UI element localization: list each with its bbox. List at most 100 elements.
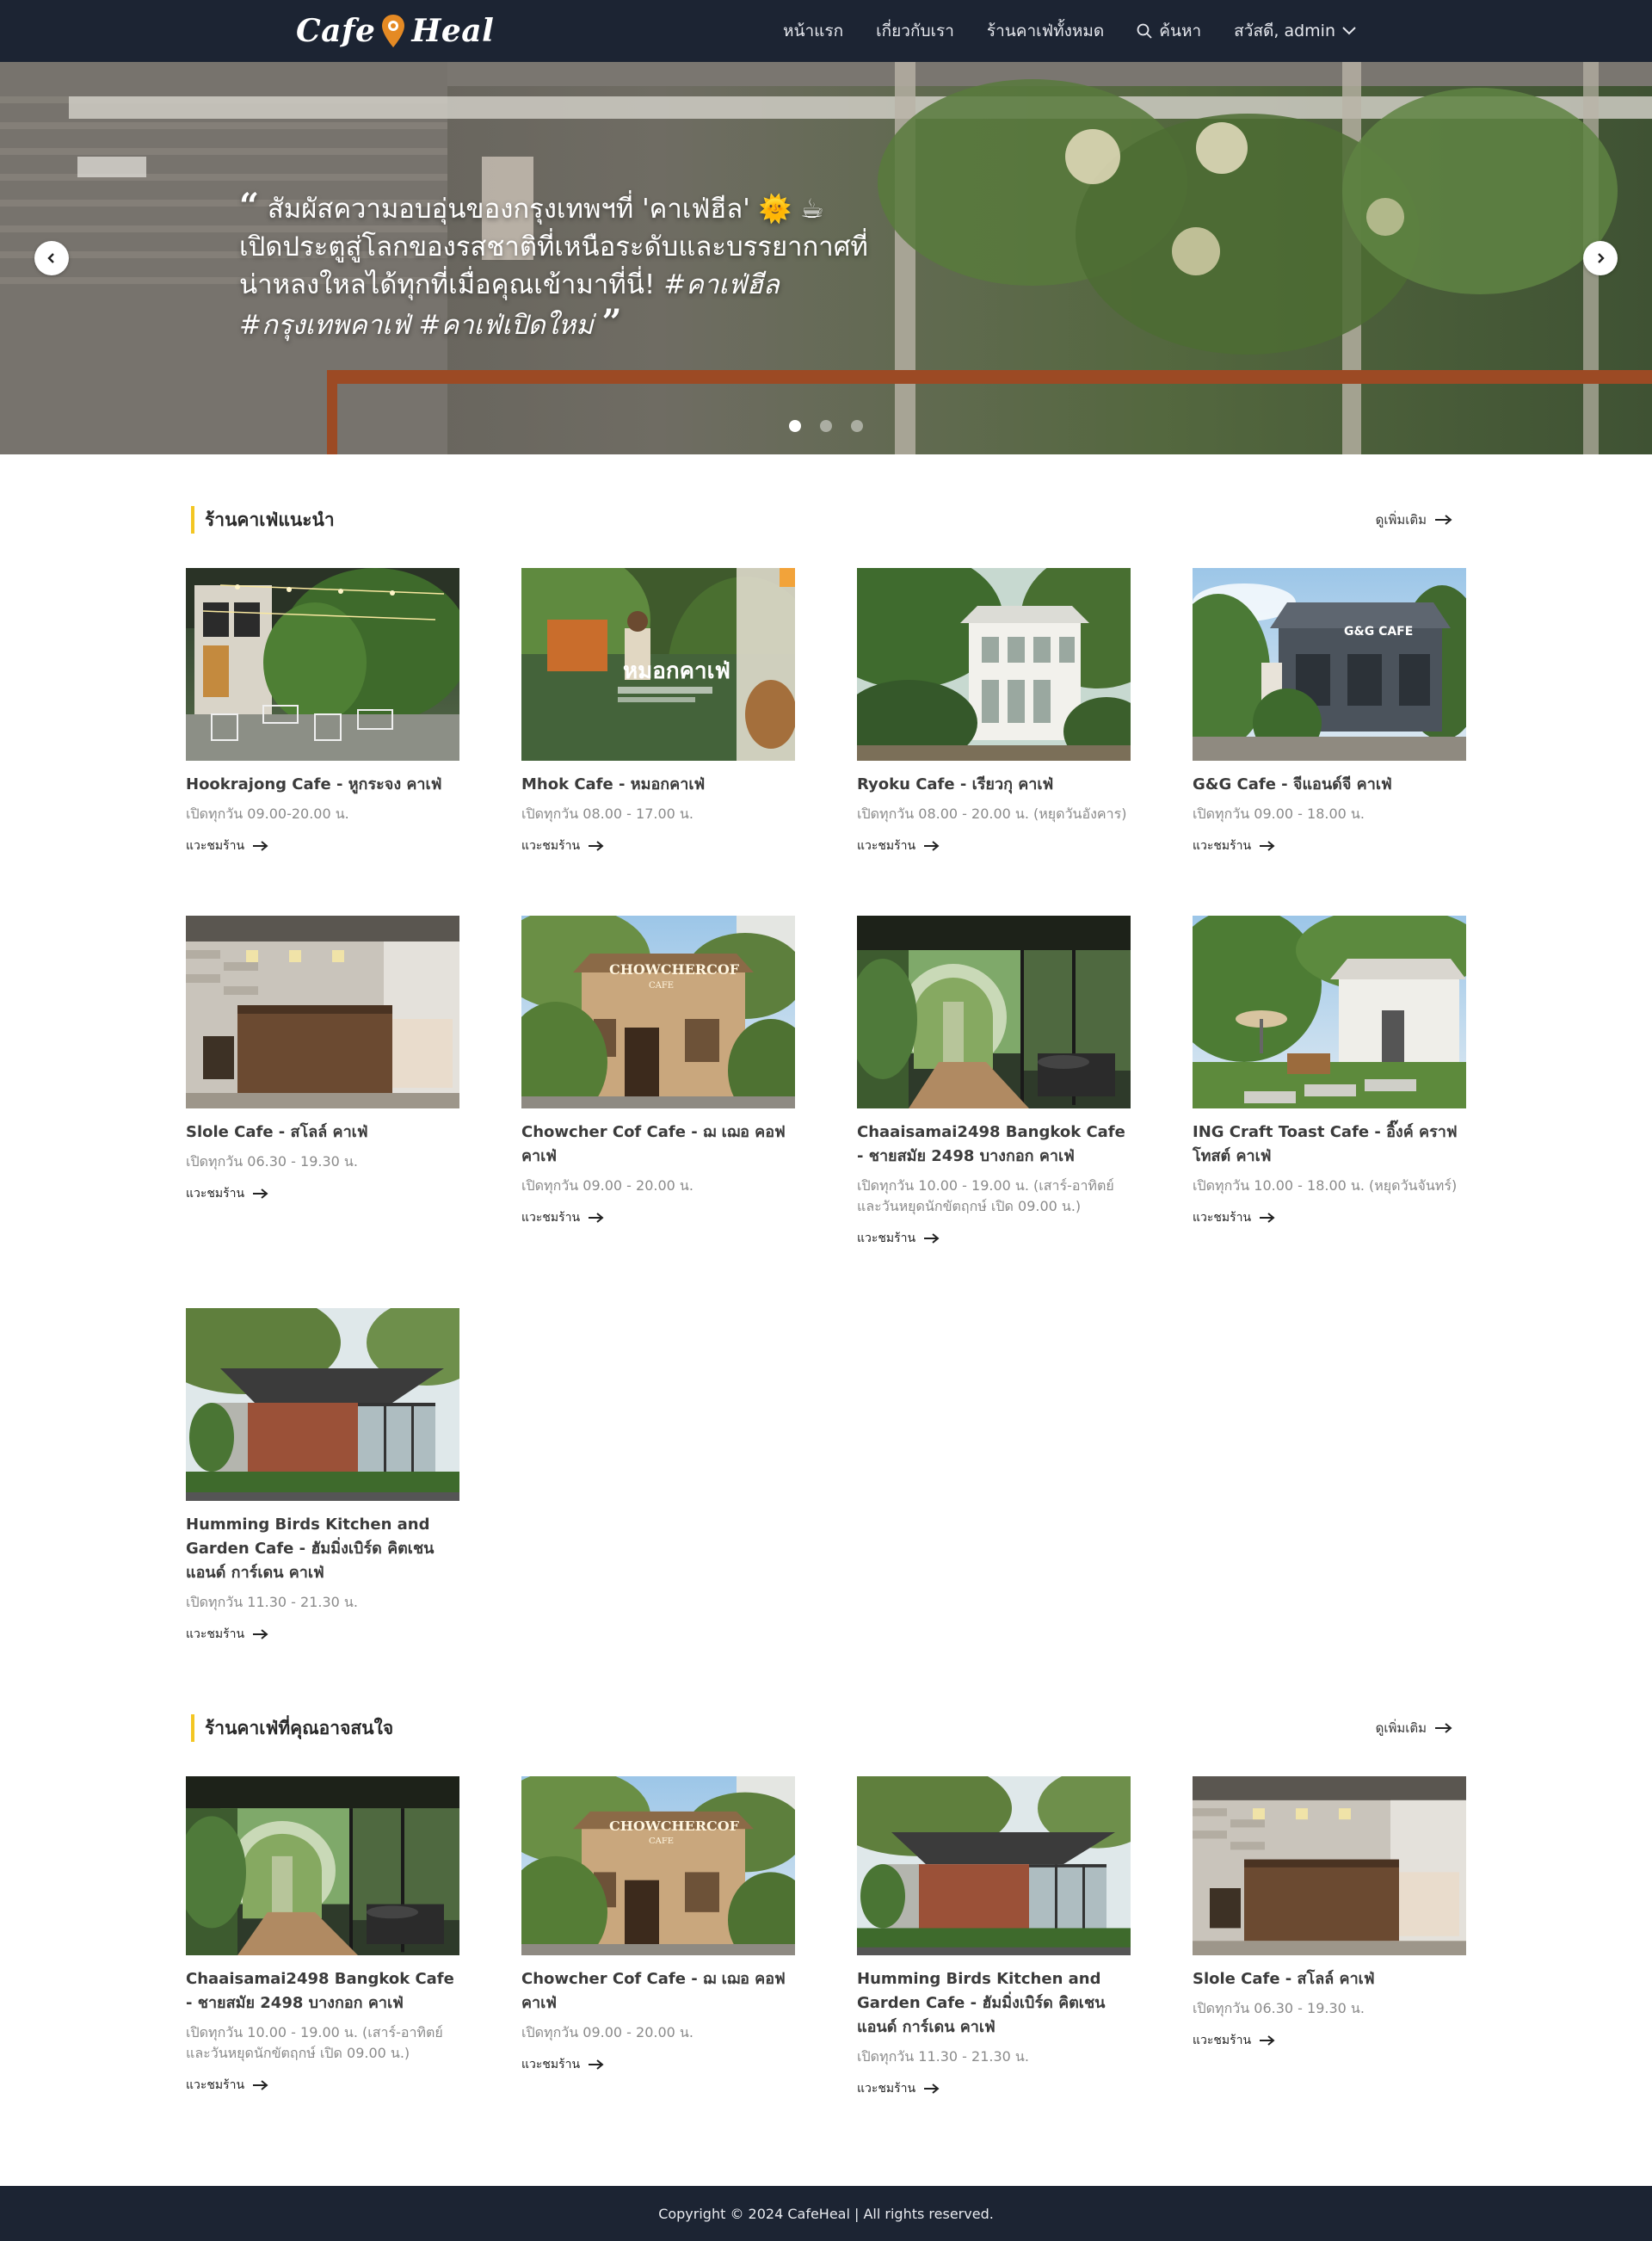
arrow-right-icon (1260, 1213, 1275, 1223)
photo-caption-mhok: หมอกคาเฟ่ (623, 658, 730, 684)
search-icon (1137, 23, 1152, 39)
cafe-hours: เปิดทุกวัน 10.00 - 18.00 น. (หยุดวันจันท… (1193, 1177, 1458, 1194)
open-quote-icon: “ (239, 186, 260, 226)
arrow-right-icon (924, 841, 940, 851)
cafe-name[interactable]: ING Craft Toast Cafe - อิ๊งค์ คราฟ โทสต์… (1193, 1120, 1466, 1169)
cafe-name[interactable]: Slole Cafe - สโลล์ คาเฟ่ (1193, 1967, 1466, 1991)
cafe-photo-gg[interactable]: G&G CAFE (1193, 568, 1466, 761)
see-more-label: ดูเพิ่มเติม (1375, 1720, 1427, 1736)
cafe-photo-slole[interactable] (186, 916, 459, 1108)
footer: Copyright © 2024 CafeHeal | All rights r… (0, 2186, 1652, 2241)
visit-cafe-label: แวะชมร้าน (1193, 2034, 1252, 2047)
nav-search-label: ค้นหา (1159, 22, 1202, 40)
cafe-name[interactable]: Chowcher Cof Cafe - ฌ เฌอ คอฟ คาเฟ่ (521, 1967, 795, 2016)
cafe-name[interactable]: Chowcher Cof Cafe - ฌ เฌอ คอฟ คาเฟ่ (521, 1120, 795, 1169)
cafe-hours: เปิดทุกวัน 09.00 - 20.00 น. (521, 1177, 693, 1194)
hero-quote-line1: สัมผัสความอบอุ่นของกรุงเทพฯที่ 'คาเฟ่ฮีล… (267, 194, 824, 225)
photo-sign-chowcher: CHOWCHERCOF (609, 961, 740, 978)
cafe-photo-humming-birds[interactable] (186, 1308, 459, 1501)
carousel-dot[interactable] (820, 420, 832, 432)
cafe-name[interactable]: Humming Birds Kitchen and Garden Cafe - … (186, 1513, 459, 1585)
hero-quote: “ สัมผัสความอบอุ่นของกรุงเทพฯที่ 'คาเฟ่ฮ… (239, 188, 876, 344)
logo-word-heal: Heal (411, 13, 495, 49)
cafe-card: G&G CAFE G&G Cafe - จีแอนด์จี คาเฟ่ เปิด… (1193, 568, 1466, 855)
cafe-name[interactable]: Ryoku Cafe - เรียวกุ คาเฟ่ (857, 773, 1131, 797)
recommended-title: ร้านคาเฟ่แนะนำ (191, 506, 335, 534)
nav-all-cafes[interactable]: ร้านคาเฟ่ทั้งหมด (987, 18, 1104, 44)
nav-home[interactable]: หน้าแรก (783, 18, 843, 44)
visit-cafe-label: แวะชมร้าน (186, 1187, 245, 1201)
cafe-hours: เปิดทุกวัน 10.00 - 19.00 น. (เสาร์-อาทิต… (857, 1177, 1114, 1214)
map-pin-icon (382, 15, 405, 47)
cafe-card: CHOWCHERCOF CAFE Chowcher Cof Cafe - ฌ เ… (521, 916, 795, 1227)
cafe-card: CHOWCHERCOF CAFE Chowcher Cof Cafe - ฌ เ… (521, 1776, 795, 2074)
recommended-see-more-link[interactable]: ดูเพิ่มเติม (1376, 509, 1452, 530)
interest-see-more-link[interactable]: ดูเพิ่มเติม (1376, 1718, 1452, 1738)
visit-cafe-link[interactable]: แวะชมร้าน (1193, 837, 1466, 855)
visit-cafe-label: แวะชมร้าน (521, 2058, 581, 2071)
cafe-hours: เปิดทุกวัน 08.00 - 20.00 น. (หยุดวันอังค… (857, 806, 1127, 822)
cafe-photo-slole[interactable] (1193, 1776, 1466, 1955)
cafe-hours: เปิดทุกวัน 06.30 - 19.30 น. (1193, 2000, 1365, 2016)
nav-about[interactable]: เกี่ยวกับเรา (876, 18, 954, 44)
see-more-label: ดูเพิ่มเติม (1375, 512, 1427, 528)
visit-cafe-label: แวะชมร้าน (186, 839, 245, 853)
cafe-name[interactable]: G&G Cafe - จีแอนด์จี คาเฟ่ (1193, 773, 1466, 797)
cafe-name[interactable]: Humming Birds Kitchen and Garden Cafe - … (857, 1967, 1131, 2040)
close-quote-icon: ” (601, 302, 622, 343)
site-logo[interactable]: Cafe Heal (296, 10, 494, 52)
visit-cafe-link[interactable]: แวะชมร้าน (857, 837, 1131, 855)
carousel-dot[interactable] (851, 420, 863, 432)
cafe-name[interactable]: Chaaisamai2498 Bangkok Cafe - ชายสมัย 24… (186, 1967, 459, 2016)
cafe-name[interactable]: Hookrajong Cafe - หูกระจง คาเฟ่ (186, 773, 459, 797)
photo-sign-chowcher-sub: CAFE (649, 1837, 674, 1846)
cafe-photo-hookrajong[interactable] (186, 568, 459, 761)
visit-cafe-link[interactable]: แวะชมร้าน (521, 2055, 795, 2074)
chevron-left-icon (47, 253, 54, 263)
cafe-card: Humming Birds Kitchen and Garden Cafe - … (186, 1308, 459, 1644)
visit-cafe-link[interactable]: แวะชมร้าน (857, 1229, 1131, 1248)
chevron-right-icon (1598, 253, 1605, 263)
visit-cafe-link[interactable]: แวะชมร้าน (521, 1208, 795, 1227)
cafe-photo-chaaisamai[interactable] (186, 1776, 459, 1955)
cafe-photo-humming-birds[interactable] (857, 1776, 1131, 1955)
arrow-right-icon (1260, 841, 1275, 851)
cafe-photo-chaaisamai[interactable] (857, 916, 1131, 1108)
cafe-photo-ryoku[interactable] (857, 568, 1131, 761)
visit-cafe-link[interactable]: แวะชมร้าน (186, 1625, 459, 1644)
chevron-down-icon (1342, 27, 1356, 35)
cafe-photo-chowcher[interactable]: CHOWCHERCOF CAFE (521, 916, 795, 1108)
cafe-card: หมอกคาเฟ่ Mhok Cafe - หมอกคาเฟ่ เปิดทุกว… (521, 568, 795, 855)
cafe-photo-chowcher[interactable]: CHOWCHERCOF CAFE (521, 1776, 795, 1955)
visit-cafe-link[interactable]: แวะชมร้าน (857, 2079, 1131, 2098)
cafe-name[interactable]: Mhok Cafe - หมอกคาเฟ่ (521, 773, 795, 797)
cafe-name[interactable]: Chaaisamai2498 Bangkok Cafe - ชายสมัย 24… (857, 1120, 1131, 1169)
visit-cafe-link[interactable]: แวะชมร้าน (186, 1184, 459, 1203)
arrow-right-icon (253, 2080, 268, 2090)
arrow-right-icon (589, 2059, 604, 2070)
cafe-photo-mhok[interactable]: หมอกคาเฟ่ (521, 568, 795, 761)
visit-cafe-link[interactable]: แวะชมร้าน (1193, 1208, 1466, 1227)
visit-cafe-link[interactable]: แวะชมร้าน (186, 2076, 459, 2095)
visit-cafe-link[interactable]: แวะชมร้าน (186, 837, 459, 855)
cafe-name[interactable]: Slole Cafe - สโลล์ คาเฟ่ (186, 1120, 459, 1145)
arrow-right-icon (589, 1213, 604, 1223)
user-menu[interactable]: สวัสดี, admin (1234, 18, 1356, 44)
cafe-photo-ing[interactable] (1193, 916, 1466, 1108)
main-nav: หน้าแรก เกี่ยวกับเรา ร้านคาเฟ่ทั้งหมด ค้… (783, 0, 1356, 62)
visit-cafe-label: แวะชมร้าน (186, 1627, 245, 1641)
visit-cafe-label: แวะชมร้าน (1193, 839, 1252, 853)
cafe-hours: เปิดทุกวัน 09.00-20.00 น. (186, 806, 349, 822)
arrow-right-icon (1435, 1723, 1452, 1733)
arrow-right-icon (589, 841, 604, 851)
interest-header: ร้านคาเฟ่ที่คุณอาจสนใจ ดูเพิ่มเติม (186, 1713, 1466, 1744)
visit-cafe-link[interactable]: แวะชมร้าน (521, 837, 795, 855)
visit-cafe-link[interactable]: แวะชมร้าน (1193, 2031, 1466, 2050)
carousel-indicators (0, 420, 1652, 432)
carousel-prev-button[interactable] (34, 241, 69, 275)
visit-cafe-label: แวะชมร้าน (857, 839, 916, 853)
nav-search[interactable]: ค้นหา (1137, 18, 1201, 44)
visit-cafe-label: แวะชมร้าน (521, 1211, 581, 1225)
carousel-dot[interactable] (789, 420, 801, 432)
carousel-next-button[interactable] (1583, 241, 1618, 275)
